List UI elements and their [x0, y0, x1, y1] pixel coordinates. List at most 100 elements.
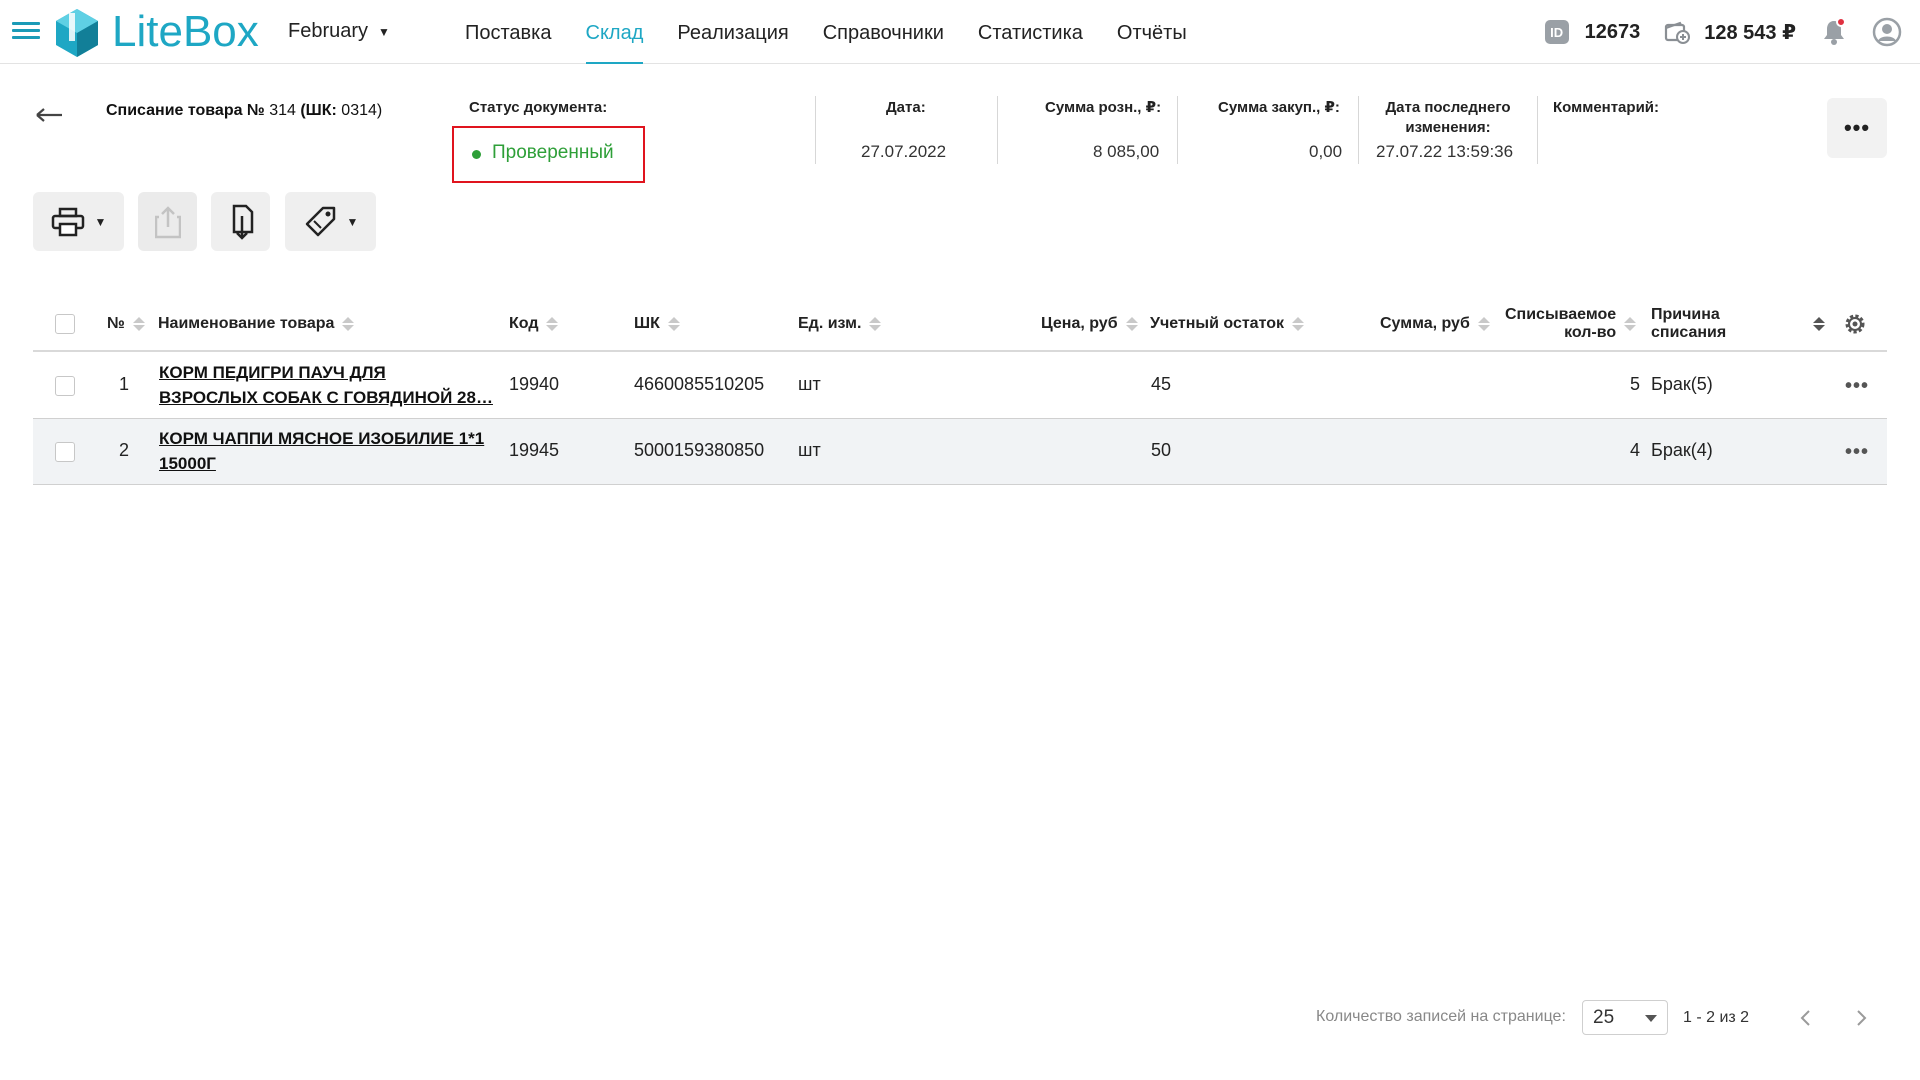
store-selector[interactable]: February ▼ [288, 20, 390, 43]
top-header: LiteBox February ▼ Поставка Склад Реализ… [0, 0, 1920, 64]
col-qty-label: Списываемое кол-во [1505, 306, 1616, 342]
more-actions-button[interactable]: ••• [1827, 98, 1887, 158]
nav-spravochniki[interactable]: Справочники [806, 0, 961, 64]
cell-unit: шт [798, 374, 821, 394]
cell-reason: Брак(4) [1651, 440, 1713, 460]
divider [1177, 96, 1178, 164]
col-reason[interactable]: Причина списания [1651, 306, 1726, 342]
gear-icon[interactable] [1843, 312, 1867, 336]
purchase-sum-value: 0,00 [1309, 142, 1343, 161]
product-link[interactable]: КОРМ ЧАППИ МЯСНОЕ ИЗОБИЛИЕ 1*1 15000Г [159, 426, 484, 476]
print-button[interactable]: ▼ [33, 192, 124, 251]
status-box: Проверенный [452, 126, 645, 183]
labels-button[interactable]: ▼ [285, 192, 376, 251]
cell-qty: 4 [1629, 440, 1640, 460]
product-link[interactable]: КОРМ ПЕДИГРИ ПАУЧ ДЛЯ ВЗРОСЛЫХ СОБАК С Г… [159, 360, 493, 410]
row-checkbox[interactable] [55, 442, 75, 462]
nav-sklad[interactable]: Склад [569, 0, 661, 64]
back-arrow-icon[interactable] [34, 104, 64, 126]
modified-label-line1: Дата последнего [1385, 99, 1511, 116]
product-name-line1: КОРМ ЧАППИ МЯСНОЕ ИЗОБИЛИЕ 1*1 [159, 429, 485, 448]
import-button[interactable] [211, 192, 270, 251]
cell-code: 19940 [509, 374, 560, 394]
logo-text: LiteBox [112, 7, 259, 56]
main-nav: Поставка Склад Реализация Справочники Ст… [448, 0, 1204, 64]
col-num-label: № [107, 315, 125, 332]
table-header: № Наименование товара Код ШК Ед. изм. Це… [33, 296, 1887, 352]
row-checkbox[interactable] [55, 376, 75, 396]
nav-realizaciya[interactable]: Реализация [660, 0, 805, 64]
col-name[interactable]: Наименование товара [158, 306, 355, 342]
select-all-checkbox[interactable] [55, 314, 75, 334]
page-size-select[interactable]: 25 [1582, 1000, 1668, 1035]
cell-reason: Брак(5) [1651, 374, 1713, 394]
nav-postavka[interactable]: Поставка [448, 0, 569, 64]
modified-value: 27.07.22 13:59:36 [1376, 142, 1514, 161]
nav-otchety[interactable]: Отчёты [1100, 0, 1204, 64]
id-icon: ID [1544, 20, 1569, 44]
nav-statistika[interactable]: Статистика [961, 0, 1100, 64]
export-button[interactable] [138, 192, 197, 251]
document-barcode: 0314) [336, 102, 383, 119]
cell-qty: 5 [1629, 374, 1640, 394]
page-size-label: Количество записей на странице: [1316, 1008, 1566, 1025]
col-reason-label-line2: списания [1651, 324, 1727, 341]
next-page-icon[interactable] [1850, 1006, 1872, 1030]
cell-num: 2 [119, 440, 130, 460]
col-stock[interactable]: Учетный остаток [1150, 306, 1304, 342]
sort-icon [1624, 316, 1637, 332]
document-title-prefix: Списание товара № [106, 102, 265, 119]
cell-barcode: 5000159380850 [634, 440, 765, 460]
bell-icon[interactable] [1820, 17, 1848, 46]
cell-stock: 45 [1151, 374, 1172, 394]
date-value: 27.07.2022 [861, 142, 947, 161]
col-barcode[interactable]: ШК [634, 306, 680, 342]
col-reason-label-line1: Причина [1651, 306, 1720, 323]
chevron-down-icon: ▼ [378, 24, 390, 39]
row-more-button[interactable]: ••• [1845, 441, 1869, 464]
wallet-icon[interactable] [1664, 20, 1691, 44]
status-dot [472, 150, 481, 159]
product-name-line2: ВЗРОСЛЫХ СОБАК С ГОВЯДИНОЙ 28… [159, 388, 493, 407]
cell-num: 1 [119, 374, 130, 394]
print-icon [51, 207, 84, 236]
prev-page-icon[interactable] [1795, 1006, 1817, 1030]
col-code-label: Код [509, 315, 539, 332]
col-sort-toggle[interactable] [1805, 306, 1825, 342]
row-more-button[interactable]: ••• [1845, 375, 1869, 398]
tag-icon [305, 206, 335, 236]
col-num[interactable]: № [107, 306, 145, 342]
product-name-line2: 15000Г [159, 454, 216, 473]
modified-label-line2: изменения: [1405, 119, 1491, 136]
sort-icon [132, 316, 145, 332]
col-price-label: Цена, руб [1041, 315, 1118, 332]
sort-icon [869, 316, 882, 332]
col-qty[interactable]: Списываемое кол-во [1505, 306, 1637, 342]
logo[interactable]: LiteBox [52, 6, 259, 58]
cell-barcode: 4660085510205 [634, 374, 765, 394]
table-row[interactable]: 2 КОРМ ЧАППИ МЯСНОЕ ИЗОБИЛИЕ 1*1 15000Г … [33, 419, 1887, 485]
cell-code: 19945 [509, 440, 560, 460]
status-label: Статус документа: [469, 99, 608, 116]
comment-label: Комментарий: [1553, 99, 1660, 116]
col-qty-label-line2: кол-во [1564, 324, 1617, 341]
col-name-label: Наименование товара [158, 315, 335, 332]
col-qty-label-line1: Списываемое [1505, 306, 1617, 323]
col-price[interactable]: Цена, руб [1041, 306, 1138, 342]
header-right: ID 12673 128 543 ₽ [1544, 0, 1920, 64]
modified-label: Дата последнего изменения: [1384, 98, 1512, 138]
sort-icon [1477, 316, 1490, 332]
chevron-down-icon: ▼ [346, 214, 359, 229]
menu-icon[interactable] [12, 22, 40, 42]
col-reason-label: Причина списания [1651, 306, 1726, 342]
col-sum-label: Сумма, руб [1380, 315, 1470, 332]
col-barcode-label: ШК [634, 315, 660, 332]
col-unit[interactable]: Ед. изм. [798, 306, 882, 342]
table-row[interactable]: 1 КОРМ ПЕДИГРИ ПАУЧ ДЛЯ ВЗРОСЛЫХ СОБАК С… [33, 353, 1887, 419]
balance: 128 543 ₽ [1704, 21, 1796, 44]
page-range: 1 - 2 из 2 [1683, 1009, 1750, 1026]
avatar-icon[interactable] [1872, 17, 1902, 47]
divider [1537, 96, 1538, 164]
col-sum[interactable]: Сумма, руб [1380, 306, 1490, 342]
col-code[interactable]: Код [509, 306, 559, 342]
